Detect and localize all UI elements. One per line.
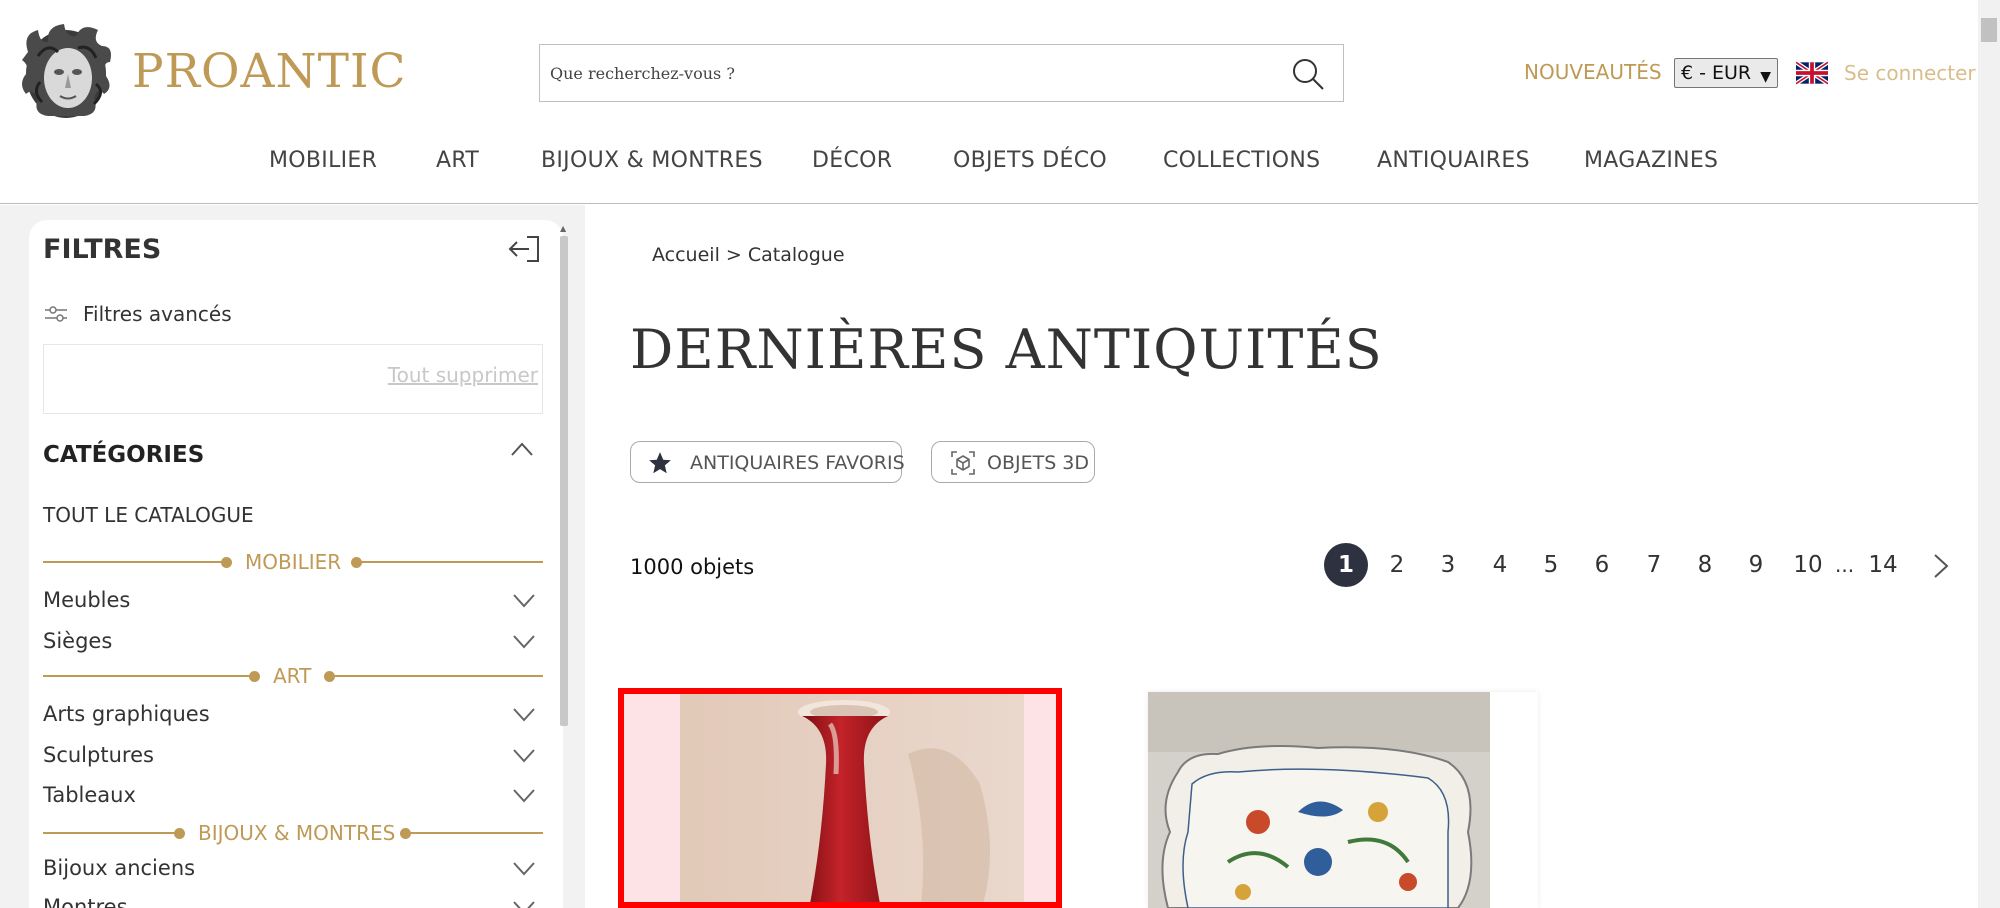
category-sieges[interactable]: Sièges bbox=[43, 629, 112, 653]
page-9[interactable]: 9 bbox=[1734, 543, 1778, 587]
scroll-up-icon[interactable]: ▲ bbox=[560, 224, 566, 233]
favorite-dealers-button[interactable]: ANTIQUAIRES FAVORIS bbox=[630, 441, 905, 483]
clear-all-link[interactable]: Tout supprimer bbox=[388, 363, 538, 387]
product-card-vase[interactable] bbox=[618, 688, 1062, 908]
sliders-icon[interactable] bbox=[45, 304, 67, 324]
chevron-down-icon[interactable] bbox=[513, 708, 535, 722]
nav-art[interactable]: ART bbox=[436, 148, 479, 173]
page-scrollbar[interactable] bbox=[1978, 0, 2000, 908]
nav-collections[interactable]: COLLECTIONS bbox=[1163, 148, 1320, 173]
pagination: 1 2 3 4 5 6 7 8 9 10 ... 14 bbox=[1320, 543, 1960, 589]
medusa-logo-icon[interactable] bbox=[18, 22, 114, 122]
group-divider-art: ART bbox=[43, 664, 543, 688]
chevron-up-icon[interactable] bbox=[511, 442, 533, 456]
chevron-down-icon[interactable] bbox=[513, 635, 535, 649]
cube-3d-icon bbox=[951, 451, 975, 475]
search-icon[interactable] bbox=[1291, 57, 1325, 91]
page-4[interactable]: 4 bbox=[1478, 543, 1522, 587]
results-count: 1000 objets bbox=[630, 555, 755, 579]
objects-3d-label: OBJETS 3D bbox=[987, 452, 1090, 474]
group-label: MOBILIER bbox=[245, 550, 342, 574]
currency-value: € - EUR bbox=[1681, 62, 1752, 84]
category-sculptures[interactable]: Sculptures bbox=[43, 743, 154, 767]
category-montres[interactable]: Montres bbox=[43, 895, 128, 908]
page-10[interactable]: 10 bbox=[1786, 543, 1830, 587]
nav-decor[interactable]: DÉCOR bbox=[812, 148, 892, 173]
chevron-down-icon: ▼ bbox=[1760, 69, 1771, 85]
page-7[interactable]: 7 bbox=[1632, 543, 1676, 587]
nav-magazines[interactable]: MAGAZINES bbox=[1584, 148, 1718, 173]
objects-3d-button[interactable]: OBJETS 3D bbox=[931, 441, 1095, 483]
group-label: BIJOUX & MONTRES bbox=[198, 821, 396, 845]
page-14[interactable]: 14 bbox=[1861, 543, 1905, 587]
star-icon bbox=[649, 452, 671, 474]
chevron-down-icon[interactable] bbox=[513, 901, 535, 908]
category-arts-graphiques[interactable]: Arts graphiques bbox=[43, 702, 210, 726]
page-ellipsis: ... bbox=[1835, 553, 1855, 577]
page-2[interactable]: 2 bbox=[1375, 543, 1419, 587]
page-1[interactable]: 1 bbox=[1324, 543, 1368, 587]
page-5[interactable]: 5 bbox=[1529, 543, 1573, 587]
page-6[interactable]: 6 bbox=[1580, 543, 1624, 587]
product-card-faience-dish[interactable] bbox=[1148, 692, 1538, 908]
chevron-right-icon[interactable] bbox=[1932, 553, 1950, 579]
search-bar[interactable] bbox=[539, 44, 1344, 102]
login-link[interactable]: Se connecter bbox=[1844, 61, 1976, 85]
nav-bijoux-montres[interactable]: BIJOUX & MONTRES bbox=[541, 148, 763, 173]
advanced-filters-link[interactable]: Filtres avancés bbox=[83, 302, 232, 326]
chevron-down-icon[interactable] bbox=[513, 594, 535, 608]
category-bijoux-anciens[interactable]: Bijoux anciens bbox=[43, 856, 195, 880]
group-divider-bijoux-montres: BIJOUX & MONTRES bbox=[43, 821, 543, 845]
product-image[interactable] bbox=[1148, 692, 1490, 908]
currency-select[interactable]: € - EUR ▼ bbox=[1674, 58, 1778, 88]
active-filters-box: Tout supprimer bbox=[43, 344, 543, 414]
collapse-panel-icon[interactable] bbox=[507, 234, 541, 264]
brand-name[interactable]: PROANTIC bbox=[132, 44, 407, 99]
chevron-down-icon[interactable] bbox=[513, 789, 535, 803]
category-meubles[interactable]: Meubles bbox=[43, 588, 130, 612]
site-header: PROANTIC NOUVEAUTÉS € - EUR ▼ Se connect… bbox=[0, 0, 1978, 204]
search-input[interactable] bbox=[550, 45, 1270, 101]
page-scroll-thumb[interactable] bbox=[1981, 18, 1997, 42]
filters-title: FILTRES bbox=[43, 234, 162, 265]
nav-antiquaires[interactable]: ANTIQUAIRES bbox=[1377, 148, 1530, 173]
group-divider-mobilier: MOBILIER bbox=[43, 550, 543, 574]
breadcrumb[interactable]: Accueil > Catalogue bbox=[652, 244, 845, 266]
product-image[interactable] bbox=[680, 694, 1024, 908]
nav-objets-deco[interactable]: OBJETS DÉCO bbox=[953, 148, 1107, 173]
chevron-down-icon[interactable] bbox=[513, 862, 535, 876]
filters-panel: FILTRES Filtres avancés Tout supprimer C… bbox=[29, 220, 563, 908]
favorite-dealers-label: ANTIQUAIRES FAVORIS bbox=[690, 452, 905, 474]
nouveautes-link[interactable]: NOUVEAUTÉS bbox=[1524, 60, 1662, 84]
all-catalogue-link[interactable]: TOUT LE CATALOGUE bbox=[43, 503, 254, 527]
group-label: ART bbox=[273, 664, 312, 688]
page-8[interactable]: 8 bbox=[1683, 543, 1727, 587]
uk-flag-icon[interactable] bbox=[1796, 61, 1828, 85]
categories-title[interactable]: CATÉGORIES bbox=[43, 442, 204, 468]
chevron-down-icon[interactable] bbox=[513, 749, 535, 763]
category-tableaux[interactable]: Tableaux bbox=[43, 783, 136, 807]
main-nav: MOBILIER ART BIJOUX & MONTRES DÉCOR OBJE… bbox=[0, 148, 1978, 182]
page-3[interactable]: 3 bbox=[1426, 543, 1470, 587]
nav-mobilier[interactable]: MOBILIER bbox=[269, 148, 377, 173]
sidebar-scroll-thumb[interactable] bbox=[560, 236, 568, 726]
page-title: DERNIÈRES ANTIQUITÉS bbox=[630, 318, 1383, 381]
